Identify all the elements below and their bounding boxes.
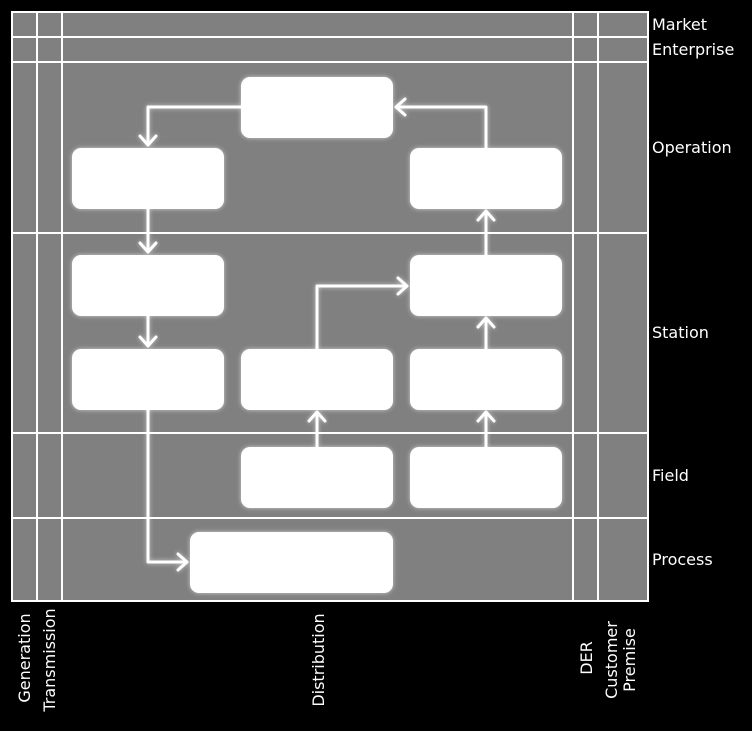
box-operation-left bbox=[72, 148, 224, 209]
zone-label-market: Market bbox=[652, 15, 707, 34]
zone-label-process: Process bbox=[652, 550, 713, 569]
domain-label-customer: Customer bbox=[602, 621, 621, 699]
domain-label-generation: Generation bbox=[15, 613, 34, 702]
box-process bbox=[190, 532, 393, 593]
domain-label-distribution: Distribution bbox=[309, 613, 328, 706]
domain-label-der: DER bbox=[577, 641, 596, 675]
box-station-left-2 bbox=[72, 349, 224, 410]
box-station-middle-2 bbox=[241, 349, 393, 410]
sgam-diagram: Market Enterprise Operation Station Fiel… bbox=[11, 11, 734, 713]
zone-labels: Market Enterprise Operation Station Fiel… bbox=[652, 15, 734, 569]
zone-label-enterprise: Enterprise bbox=[652, 40, 734, 59]
box-field-right bbox=[410, 447, 562, 508]
domain-label-premise: Premise bbox=[620, 628, 639, 692]
box-operation-top bbox=[241, 77, 393, 138]
zone-label-operation: Operation bbox=[652, 138, 732, 157]
domain-labels: Generation Transmission Distribution DER… bbox=[15, 608, 639, 712]
zone-label-field: Field bbox=[652, 466, 689, 485]
box-field-middle bbox=[241, 447, 393, 508]
box-station-right-2 bbox=[410, 349, 562, 410]
zone-label-station: Station bbox=[652, 323, 709, 342]
box-station-right-1 bbox=[410, 255, 562, 316]
domain-label-transmission: Transmission bbox=[40, 608, 59, 712]
box-station-left-1 bbox=[72, 255, 224, 316]
box-operation-right bbox=[410, 148, 562, 209]
